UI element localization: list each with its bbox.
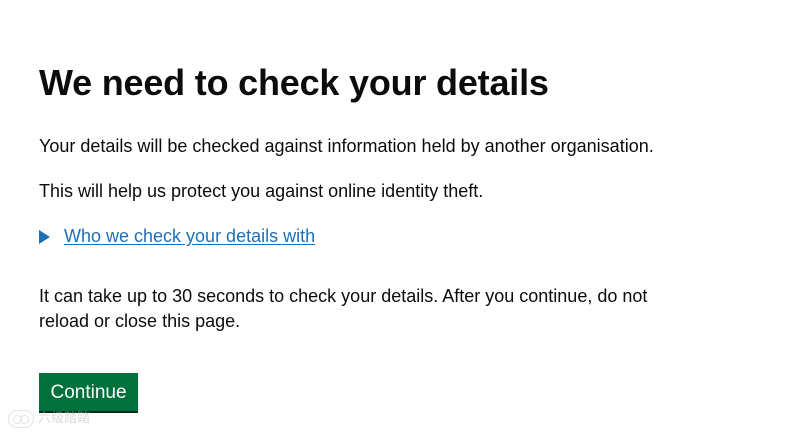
page-title: We need to check your details <box>39 62 549 103</box>
intro-paragraph: Your details will be checked against inf… <box>39 136 654 156</box>
watermark: 六级踏踏 <box>8 410 90 428</box>
main-content: We need to check your details Your detai… <box>39 62 699 331</box>
details-summary-link[interactable]: Who we check your details with <box>64 224 315 249</box>
watermark-logo-icon <box>8 410 34 428</box>
timing-paragraph: It can take up to 30 seconds to check yo… <box>39 286 648 331</box>
security-paragraph: This will help us protect you against on… <box>39 181 484 201</box>
caret-right-icon <box>39 230 50 244</box>
watermark-text: 六级踏踏 <box>38 411 91 426</box>
continue-button[interactable]: Continue <box>39 373 138 411</box>
details-summary[interactable]: Who we check your details with <box>39 224 315 249</box>
page: We need to check your details Your detai… <box>0 0 788 438</box>
